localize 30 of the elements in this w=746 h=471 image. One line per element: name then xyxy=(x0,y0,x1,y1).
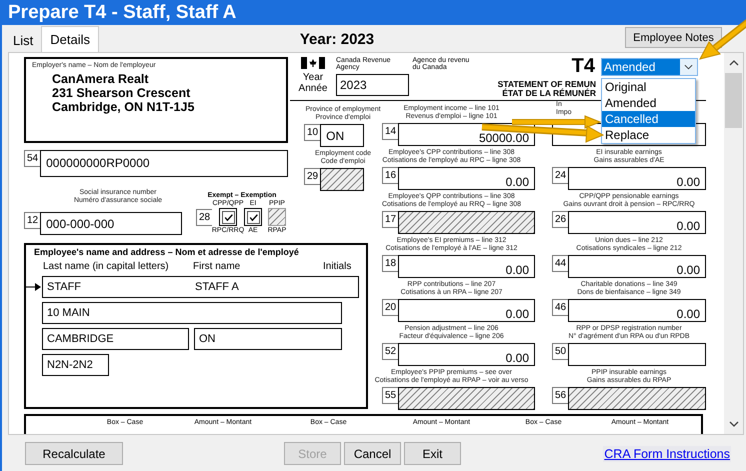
box-number: 14 xyxy=(382,123,398,140)
box-number: 44 xyxy=(552,255,568,272)
box-number: 12 xyxy=(24,212,40,229)
column-header: Initials xyxy=(323,261,352,272)
slip-heading: ÉTAT DE LA RÉMUNÉR xyxy=(502,89,596,98)
last-name: STAFF xyxy=(47,281,82,293)
box-number: 54 xyxy=(24,150,40,167)
box-number: 20 xyxy=(382,299,398,316)
box-number: 46 xyxy=(552,299,568,316)
employee-title: Employee's name and address – Nom et adresse de l'employé xyxy=(34,247,300,257)
box-number: 28 xyxy=(196,208,212,226)
box-number: 16 xyxy=(382,167,398,184)
slip-heading: STATEMENT OF REMUN xyxy=(498,80,596,89)
slip-code: T4 xyxy=(572,57,595,76)
employer-line: Cambridge, ON N1T-1J5 xyxy=(52,100,196,114)
box-number: 10 xyxy=(304,124,320,141)
year-heading: Year: 2023 xyxy=(300,31,374,48)
box-number: 50 xyxy=(552,343,568,360)
year-label: Year xyxy=(302,72,324,83)
first-name: STAFF A xyxy=(195,281,240,293)
employer-line: CanAmera Realt xyxy=(52,72,150,86)
box-number: 24 xyxy=(552,167,568,184)
box-number: 52 xyxy=(382,343,398,360)
column-header: First name xyxy=(193,261,242,272)
window-title: Prepare T4 - Staff, Staff A xyxy=(2,0,746,25)
box-number: 26 xyxy=(552,211,568,228)
box-number: 18 xyxy=(382,255,398,272)
year-label: Année xyxy=(298,83,328,94)
employer-line: 231 Shearson Crescent xyxy=(52,86,192,100)
column-header: Last name (in capital letters) xyxy=(43,261,170,272)
